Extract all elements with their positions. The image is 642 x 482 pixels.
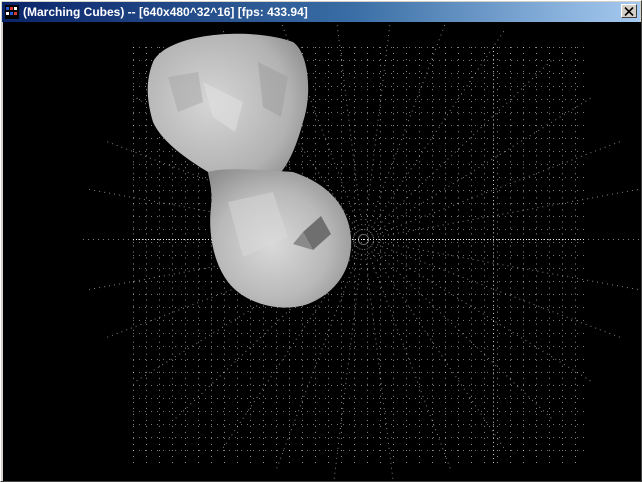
- isosurface-mesh: [147, 33, 352, 308]
- render-viewport[interactable]: [3, 22, 641, 481]
- app-window: (Marching Cubes) -- [640x480^32^16] [fps…: [0, 0, 642, 482]
- close-button[interactable]: [621, 4, 637, 18]
- title-bar[interactable]: (Marching Cubes) -- [640x480^32^16] [fps…: [2, 2, 640, 22]
- app-icon[interactable]: [5, 5, 19, 19]
- window-title: (Marching Cubes) -- [640x480^32^16] [fps…: [23, 5, 308, 19]
- marching-cubes-scene: [83, 25, 639, 479]
- close-icon: [624, 6, 634, 16]
